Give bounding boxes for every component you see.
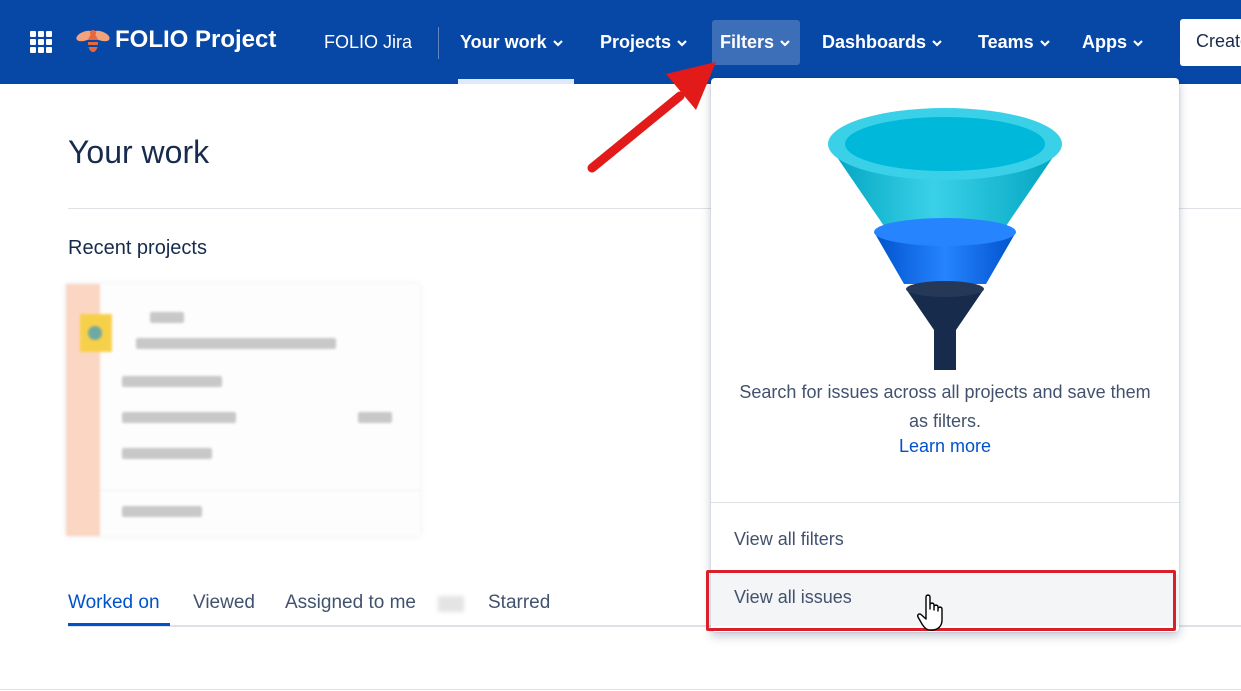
recent-project-card[interactable] <box>66 284 420 536</box>
site-name[interactable]: FOLIO Jira <box>324 32 412 53</box>
active-tab-underline <box>68 623 170 626</box>
menu-item-view-all-filters[interactable]: View all filters <box>711 516 1179 568</box>
nav-projects-label: Projects <box>600 32 672 52</box>
chevron-down-icon <box>677 39 687 47</box>
active-nav-underline <box>458 79 574 84</box>
nav-apps[interactable]: Apps <box>1074 20 1153 65</box>
red-arrow-annotation <box>587 62 716 173</box>
redacted-text <box>122 448 212 459</box>
nav-dashboards[interactable]: Dashboards <box>814 20 952 65</box>
redacted-text <box>150 312 184 323</box>
chevron-down-icon <box>1133 39 1143 47</box>
app-switcher-grid-icon[interactable] <box>30 31 52 53</box>
tab-worked-on[interactable]: Worked on <box>68 592 160 614</box>
nav-your-work[interactable]: Your work <box>452 20 573 65</box>
hand-pointer-cursor-icon <box>917 594 943 631</box>
nav-your-work-label: Your work <box>460 32 547 52</box>
page-title: Your work <box>68 134 210 170</box>
chevron-down-icon <box>1039 39 1050 47</box>
recent-projects-heading: Recent projects <box>68 237 207 259</box>
nav-filters-label: Filters <box>720 32 775 52</box>
project-brand-name[interactable]: FOLIO Project <box>115 26 276 54</box>
filters-dropdown-menu: Search for issues across all projects an… <box>711 78 1179 632</box>
chevron-down-icon <box>780 39 790 47</box>
tab-starred[interactable]: Starred <box>488 592 550 614</box>
project-avatar <box>80 314 112 352</box>
redacted-text <box>122 506 202 517</box>
redacted-count-badge <box>438 596 464 612</box>
redacted-text <box>136 338 336 349</box>
learn-more-link[interactable]: Learn more <box>711 436 1179 457</box>
filters-description: Search for issues across all projects an… <box>739 382 1151 431</box>
nav-apps-label: Apps <box>1082 32 1127 52</box>
nav-dashboards-label: Dashboards <box>822 32 927 52</box>
card-footer-divider <box>100 490 420 491</box>
chevron-down-icon <box>932 39 942 47</box>
create-button[interactable]: Create <box>1180 19 1241 66</box>
dropdown-divider <box>711 502 1179 503</box>
bottom-divider <box>0 689 1241 690</box>
chevron-down-icon <box>552 39 563 47</box>
redacted-text <box>358 412 392 423</box>
nav-separator <box>438 27 439 59</box>
tab-assigned-to-me[interactable]: Assigned to me <box>285 592 416 614</box>
redacted-text <box>122 376 222 387</box>
folio-bee-logo-icon[interactable] <box>75 28 111 54</box>
nav-teams[interactable]: Teams <box>970 20 1060 65</box>
tab-viewed[interactable]: Viewed <box>193 592 255 614</box>
redacted-text <box>122 412 236 423</box>
funnel-illustration-icon <box>828 108 1062 370</box>
nav-teams-label: Teams <box>978 32 1034 52</box>
